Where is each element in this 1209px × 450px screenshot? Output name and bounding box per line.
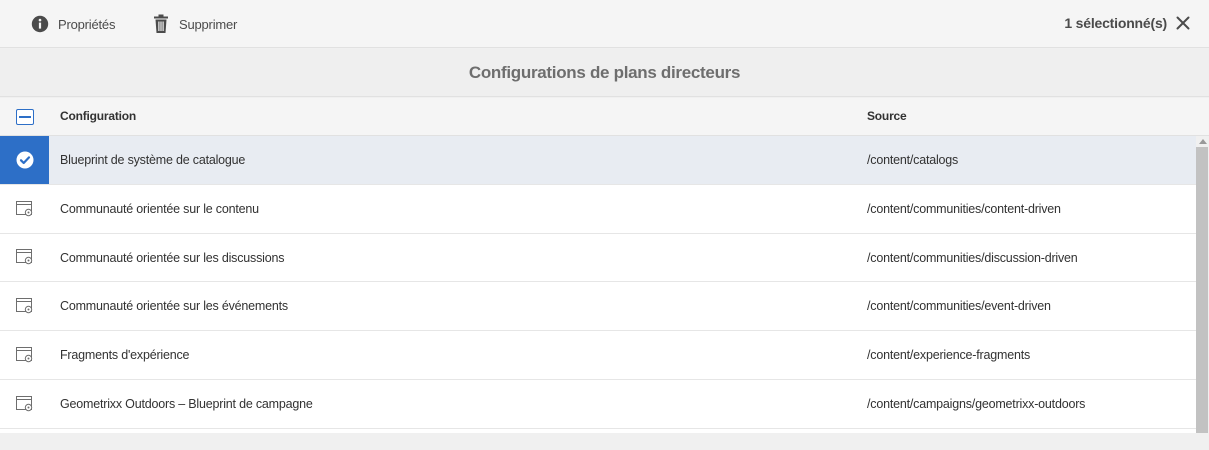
page-settings-icon[interactable] [0,282,49,331]
page-header: Configurations de plans directeurs [0,49,1209,97]
row-source-path: /content/experience-fragments [867,348,1031,363]
table-row[interactable]: Communauté orientée sur les événements/c… [0,282,1196,332]
scrollbar[interactable] [1196,136,1209,433]
table-row[interactable]: Blueprint de système de catalogue/conten… [0,136,1196,185]
row-source-path: /content/communities/discussion-driven [867,250,1078,265]
delete-label: Supprimer [179,16,238,32]
row-source-path: /content/communities/event-driven [867,299,1051,314]
page-settings-icon[interactable] [0,331,49,379]
checkmark-icon[interactable] [0,136,49,184]
table-header: Configuration Source [0,98,1209,136]
row-configuration-name: Fragments d'expérience [60,348,190,363]
page-settings-icon[interactable] [0,184,49,233]
close-icon[interactable] [1176,16,1190,30]
select-all-checkbox[interactable] [16,109,34,125]
page-title: Configurations de plans directeurs [468,62,741,82]
trash-icon [151,14,171,34]
table-row[interactable]: Fragments d'expérience/content/experienc… [0,331,1196,380]
selection-count: 1 sélectionné(s) [1064,15,1167,31]
column-header-source[interactable]: Source [867,109,907,123]
row-configuration-name: Communauté orientée sur le contenu [60,201,259,216]
table-row[interactable]: Communauté orientée sur les discussions /… [0,233,1196,283]
scroll-up-arrow-icon[interactable] [1199,139,1207,144]
table-row[interactable]: Communauté orientée sur le contenu/conte… [0,184,1196,234]
row-source-path: /content/catalogs [867,153,959,167]
row-configuration-name: Communauté orientée sur les événements [60,299,288,314]
page-settings-icon[interactable] [0,379,49,428]
column-header-configuration[interactable]: Configuration [60,109,136,123]
row-configuration-name: Communauté orientée sur les discussions [60,250,285,265]
properties-button[interactable]: Propriétés [30,12,115,36]
footer-area [0,433,1209,450]
row-source-path: /content/communities/content-driven [867,201,1061,216]
properties-label: Propriétés [58,16,116,32]
row-configuration-name: Geometrixx Outdoors – Blueprint de campa… [60,396,313,411]
info-icon [30,14,50,34]
scrollbar-thumb[interactable] [1196,147,1208,433]
action-bar: Propriétés Supprimer 1 sélectionné(s) [0,0,1209,48]
delete-button[interactable]: Supprimer [151,12,237,36]
table-row[interactable]: Geometrixx Outdoors – Blueprint de campa… [0,379,1196,429]
table-body: Blueprint de système de catalogue/conten… [0,136,1196,433]
page-settings-icon[interactable] [0,233,49,282]
row-source-path: /content/campaigns/geometrixx-outdoors [867,396,1086,411]
row-configuration-name: Blueprint de système de catalogue [60,153,246,167]
